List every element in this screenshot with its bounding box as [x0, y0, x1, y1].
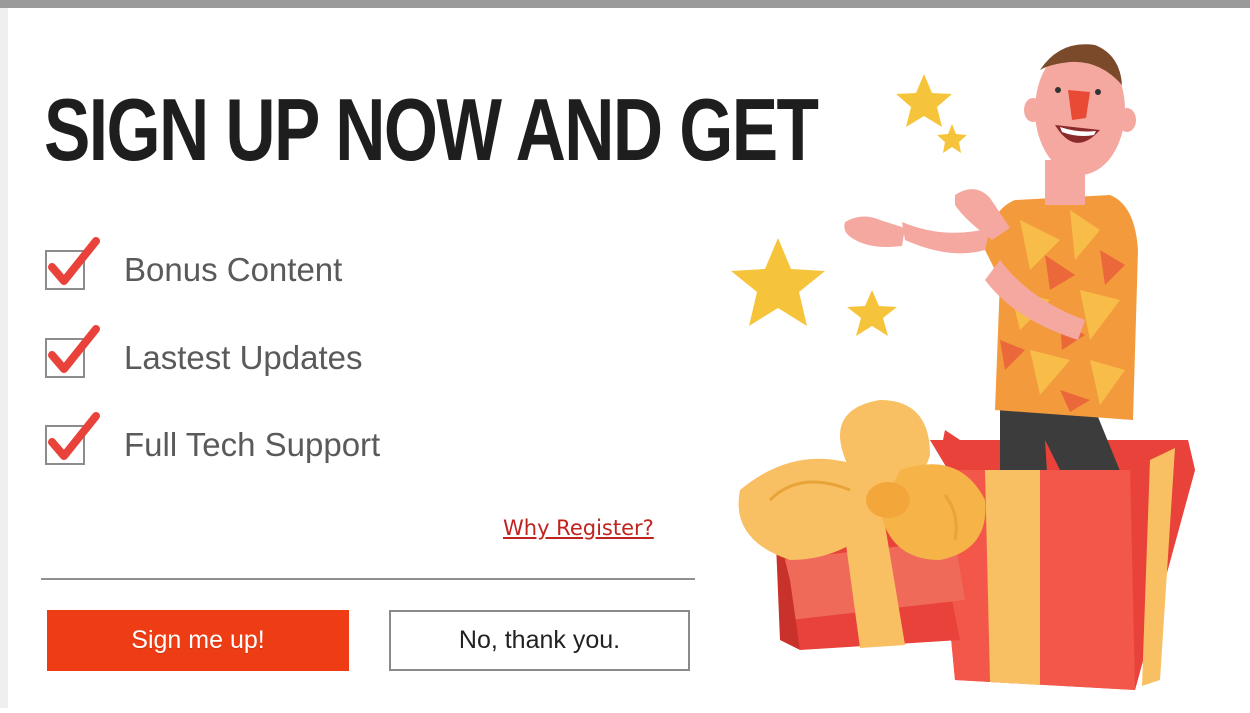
star-icon — [731, 238, 825, 326]
star-icon — [937, 124, 967, 153]
star-icon — [847, 290, 897, 336]
benefit-label: Full Tech Support — [124, 426, 381, 463]
window-left-edge — [0, 8, 8, 708]
benefit-item-latest-updates: Lastest Updates — [45, 325, 363, 382]
window-top-border — [0, 0, 1250, 8]
checkmark-icon — [45, 412, 100, 465]
no-thank-you-button[interactable]: No, thank you. — [389, 610, 690, 671]
star-icon — [896, 74, 952, 127]
checkmark-icon — [45, 237, 100, 290]
benefit-item-full-tech-support: Full Tech Support — [45, 412, 381, 469]
checkmark-icon — [45, 325, 100, 378]
benefit-item-bonus-content: Bonus Content — [45, 237, 343, 294]
man-in-gift-box-illustration — [700, 10, 1250, 708]
benefit-label: Bonus Content — [124, 251, 343, 288]
benefit-label: Lastest Updates — [124, 339, 363, 376]
divider — [41, 578, 695, 580]
sign-me-up-button[interactable]: Sign me up! — [47, 610, 349, 671]
why-register-link[interactable]: Why Register? — [503, 516, 654, 540]
